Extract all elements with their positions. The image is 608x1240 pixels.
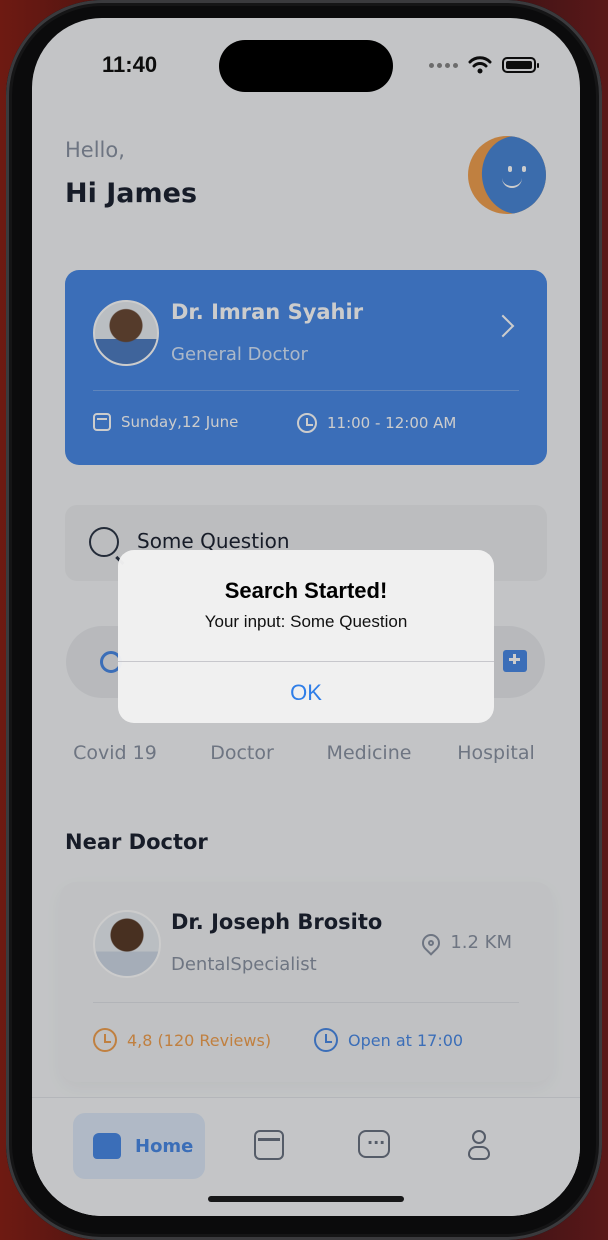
app-screen: 11:40 Hello, Hi James Dr. Imran Syahir G… (32, 18, 580, 1216)
alert-dialog: Search Started! Your input: Some Questio… (118, 550, 494, 723)
alert-message: Your input: Some Question (204, 612, 408, 631)
alert-title: Search Started! (224, 578, 388, 603)
ok-button[interactable]: OK (118, 662, 494, 723)
